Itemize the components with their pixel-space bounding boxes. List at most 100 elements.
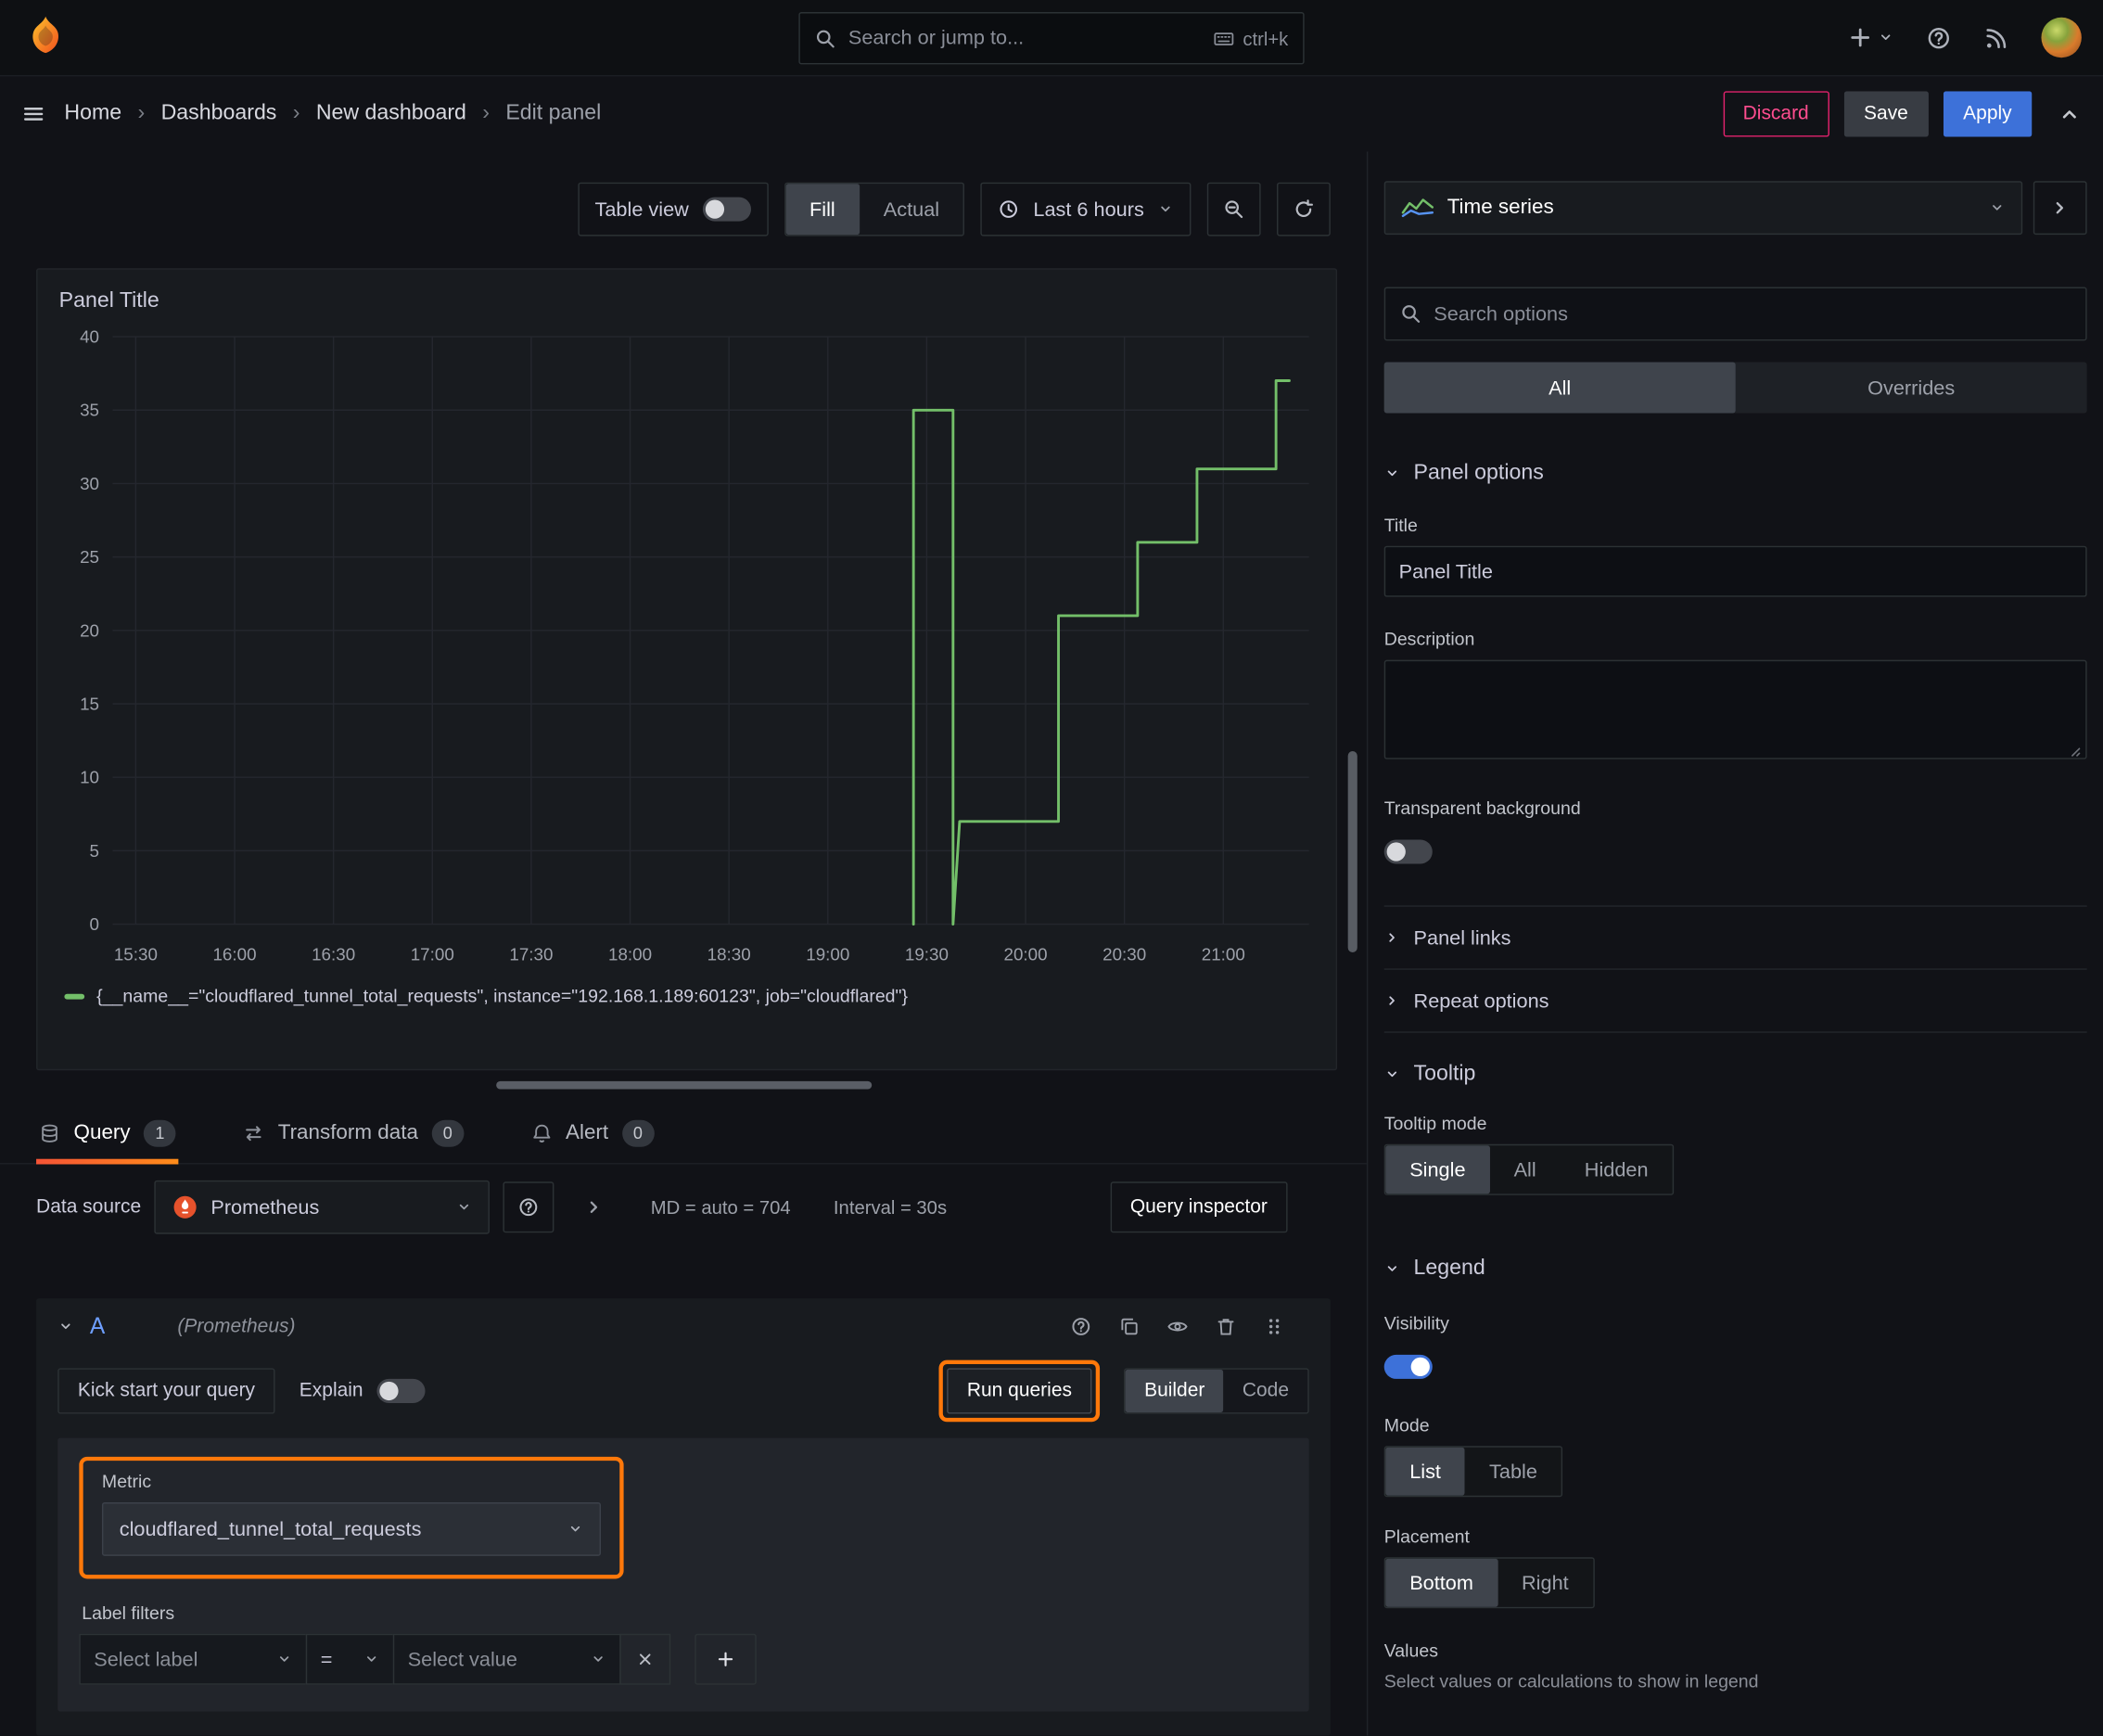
time-range-picker[interactable]: Last 6 hours	[980, 182, 1192, 236]
query-row-header[interactable]: A (Prometheus)	[36, 1298, 1331, 1355]
options-search-input[interactable]	[1434, 302, 2071, 326]
time-series-chart[interactable]: 0 5 10 15 20 25 30 35 40 15:30 16:00 16:30 17:00 17:3…	[51, 321, 1319, 981]
breadcrumb-home[interactable]: Home	[64, 102, 121, 126]
query-row-actions	[1070, 1316, 1308, 1337]
tab-overrides[interactable]: Overrides	[1736, 363, 2087, 414]
legend-mode-table[interactable]: Table	[1465, 1448, 1561, 1496]
tab-transform-data[interactable]: Transform data 0	[240, 1103, 466, 1163]
drag-grip-icon[interactable]	[1264, 1316, 1285, 1337]
options-search-box[interactable]	[1383, 287, 2087, 341]
duplicate-query-icon[interactable]	[1118, 1316, 1140, 1337]
table-view-toggle[interactable]	[702, 197, 751, 222]
panel-title-input[interactable]	[1383, 545, 2087, 597]
edit-panel-content: Table view Fill Actual Last 6 hours Pane…	[0, 151, 2103, 1736]
svg-text:17:00: 17:00	[411, 945, 454, 964]
repeat-options-section[interactable]: Repeat options	[1384, 970, 2087, 1032]
svg-text:35: 35	[80, 401, 99, 420]
query-help-icon[interactable]	[1070, 1316, 1091, 1337]
search-icon	[1400, 303, 1421, 325]
max-data-points-stat: MD = auto = 704	[650, 1196, 791, 1219]
close-icon	[636, 1650, 655, 1668]
grafana-logo-icon[interactable]	[21, 13, 70, 61]
svg-text:16:00: 16:00	[212, 945, 256, 964]
hamburger-menu-icon[interactable]	[21, 102, 45, 126]
datasource-picker[interactable]: Prometheus	[154, 1180, 491, 1234]
description-field-label: Description	[1383, 629, 1475, 650]
vertical-scrollbar[interactable]	[1347, 751, 1357, 952]
zoom-out-button[interactable]	[1206, 182, 1261, 236]
visualization-picker[interactable]: Time series	[1383, 181, 2023, 236]
chevron-down-icon	[590, 1652, 605, 1667]
legend-placement-right[interactable]: Right	[1498, 1559, 1593, 1607]
apply-button[interactable]: Apply	[1943, 91, 2033, 137]
chevron-right-icon	[1384, 992, 1400, 1008]
panel-options-sidebar: Time series All Overrides Panel options …	[1366, 151, 2103, 1736]
svg-text:25: 25	[80, 547, 99, 567]
select-label-dropdown[interactable]: Select label	[79, 1633, 308, 1685]
legend-placement-bottom[interactable]: Bottom	[1385, 1558, 1498, 1607]
tab-query[interactable]: Query 1	[36, 1103, 180, 1165]
tab-alert[interactable]: Alert 0	[529, 1103, 657, 1163]
expand-chevron-right-icon[interactable]	[583, 1196, 605, 1218]
select-value-dropdown[interactable]: Select value	[392, 1633, 621, 1685]
panel-links-section[interactable]: Panel links	[1384, 907, 2087, 969]
refresh-button[interactable]	[1277, 182, 1331, 236]
actual-option[interactable]: Actual	[860, 184, 963, 235]
panel-options-section-header[interactable]: Panel options	[1384, 462, 2087, 486]
save-button[interactable]: Save	[1843, 91, 1929, 137]
operator-dropdown[interactable]: =	[305, 1633, 395, 1685]
news-rss-icon[interactable]	[1983, 25, 2008, 50]
run-queries-button[interactable]: Run queries	[947, 1368, 1092, 1414]
transparent-background-label: Transparent background	[1383, 798, 1581, 819]
horizontal-scrollbar[interactable]	[496, 1080, 873, 1090]
help-icon[interactable]	[1926, 25, 1951, 50]
code-option[interactable]: Code	[1224, 1370, 1308, 1412]
legend-mode-list[interactable]: List	[1385, 1447, 1465, 1496]
builder-option[interactable]: Builder	[1125, 1369, 1224, 1413]
tooltip-mode-single[interactable]: Single	[1385, 1145, 1490, 1194]
hide-query-eye-icon[interactable]	[1166, 1316, 1188, 1337]
legend-placement-label: Placement	[1383, 1526, 1470, 1547]
refresh-icon	[1293, 198, 1314, 220]
delete-query-trash-icon[interactable]	[1215, 1316, 1236, 1337]
question-circle-icon	[518, 1196, 540, 1218]
discard-button[interactable]: Discard	[1722, 91, 1829, 137]
breadcrumb-separator: ›	[292, 101, 300, 125]
legend-visibility-toggle[interactable]	[1383, 1354, 1433, 1379]
remove-filter-button[interactable]	[619, 1633, 671, 1685]
user-avatar[interactable]	[2041, 17, 2082, 58]
breadcrumb-new-dashboard[interactable]: New dashboard	[316, 102, 466, 126]
svg-text:18:00: 18:00	[608, 945, 652, 964]
interval-stat: Interval = 30s	[833, 1196, 948, 1219]
breadcrumb-dashboards[interactable]: Dashboards	[161, 102, 277, 126]
table-view-control: Table view	[577, 182, 769, 236]
explain-toggle[interactable]	[376, 1378, 426, 1403]
tooltip-mode-all[interactable]: All	[1490, 1145, 1561, 1194]
collapse-chevron-down-icon[interactable]	[57, 1319, 73, 1334]
description-textarea[interactable]	[1383, 659, 2087, 760]
transparent-background-toggle[interactable]	[1383, 839, 1433, 864]
legend-visibility-label: Visibility	[1383, 1313, 1449, 1334]
svg-text:17:30: 17:30	[509, 945, 553, 964]
metric-select[interactable]: cloudflared_tunnel_total_requests	[101, 1502, 601, 1556]
chevron-down-icon	[1878, 30, 1893, 45]
fill-option[interactable]: Fill	[784, 184, 860, 236]
legend-series-label[interactable]: {__name__="cloudflared_tunnel_total_requ…	[96, 986, 908, 1006]
tooltip-mode-hidden[interactable]: Hidden	[1561, 1145, 1673, 1194]
add-filter-button[interactable]	[695, 1633, 757, 1685]
resize-grip-icon[interactable]	[2064, 740, 2083, 759]
panel-title[interactable]: Panel Title	[38, 270, 1336, 317]
legend-section-header[interactable]: Legend	[1384, 1257, 2087, 1281]
label-filters-row: Select label = Select value	[79, 1633, 1287, 1685]
datasource-help-button[interactable]	[503, 1181, 554, 1233]
global-search-box[interactable]: ctrl+k	[798, 12, 1305, 65]
kick-start-query-button[interactable]: Kick start your query	[57, 1368, 275, 1414]
new-menu-button[interactable]	[1848, 25, 1893, 49]
query-inspector-button[interactable]: Query inspector	[1110, 1181, 1288, 1233]
tab-all-options[interactable]: All	[1383, 362, 1736, 414]
global-search-input[interactable]	[848, 26, 1202, 50]
tooltip-section-header[interactable]: Tooltip	[1384, 1063, 2087, 1087]
collapse-chevron-up-icon[interactable]	[2058, 102, 2082, 126]
toggle-viz-picker-button[interactable]	[2033, 181, 2087, 236]
svg-text:40: 40	[80, 327, 99, 347]
